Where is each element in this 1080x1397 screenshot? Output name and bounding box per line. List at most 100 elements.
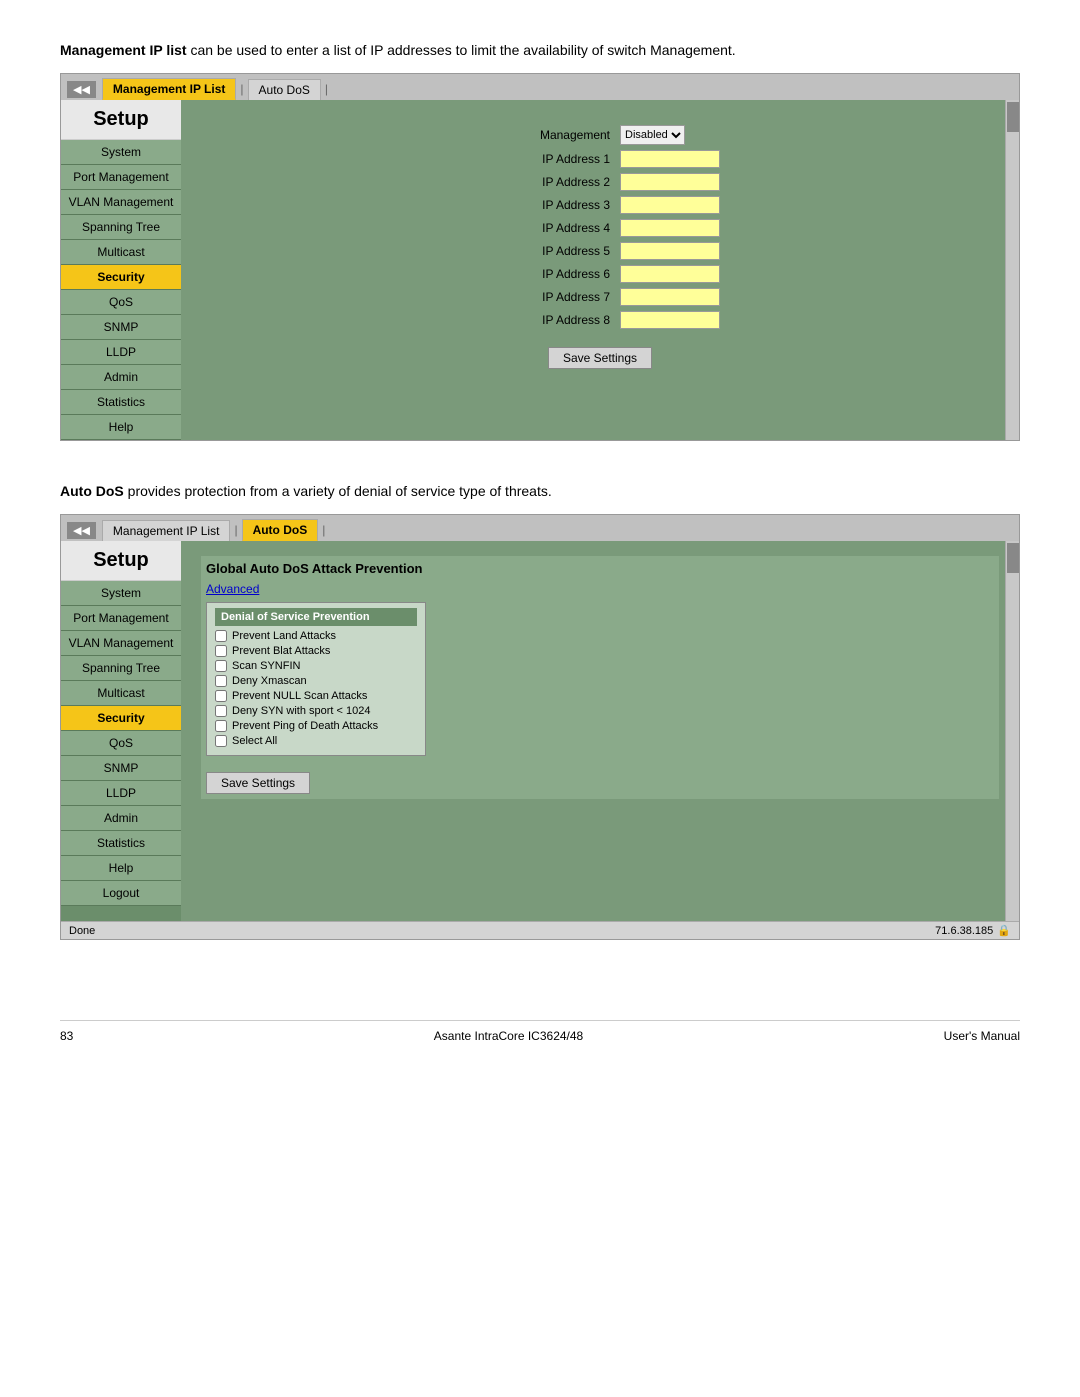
sidebar-item-port-mgmt-2[interactable]: Port Management <box>61 606 181 631</box>
label-prevent-null-scan: Prevent NULL Scan Attacks <box>232 690 367 702</box>
scrollbar-1[interactable] <box>1005 100 1019 440</box>
sidebar-item-qos-1[interactable]: QoS <box>61 290 181 315</box>
section-2: Auto DoS provides protection from a vari… <box>60 481 1020 940</box>
ip-row-7: IP Address 7 <box>480 288 720 306</box>
sidebar-item-logout-2[interactable]: Logout <box>61 881 181 906</box>
ip-input-6[interactable] <box>620 265 720 283</box>
ip-label-1: IP Address 1 <box>480 152 620 166</box>
scrollbar-2[interactable] <box>1005 541 1019 921</box>
sidebar-item-multicast-2[interactable]: Multicast <box>61 681 181 706</box>
section2-bold: Auto DoS <box>60 483 124 499</box>
ip-row-2: IP Address 2 <box>480 173 720 191</box>
browser-tabs-2: ◀◀ Management IP List | Auto DoS | <box>61 515 1019 541</box>
ip-input-1[interactable] <box>620 150 720 168</box>
checkbox-scan-synfin[interactable] <box>215 660 227 672</box>
sidebar-item-snmp-1[interactable]: SNMP <box>61 315 181 340</box>
sidebar-item-snmp-2[interactable]: SNMP <box>61 756 181 781</box>
footer-page-num: 83 <box>60 1029 73 1043</box>
checkbox-select-all[interactable] <box>215 735 227 747</box>
scrollbar-thumb-2[interactable] <box>1007 543 1019 573</box>
sidebar-item-port-mgmt-1[interactable]: Port Management <box>61 165 181 190</box>
dos-row-syn-sport: Deny SYN with sport < 1024 <box>215 705 417 717</box>
scrollbar-thumb-1[interactable] <box>1007 102 1019 132</box>
sidebar-item-lldp-1[interactable]: LLDP <box>61 340 181 365</box>
dos-row-land: Prevent Land Attacks <box>215 630 417 642</box>
ip-label-8: IP Address 8 <box>480 313 620 327</box>
ip-row-8: IP Address 8 <box>480 311 720 329</box>
checkbox-prevent-land[interactable] <box>215 630 227 642</box>
checkbox-prevent-ping-death[interactable] <box>215 720 227 732</box>
ip-input-5[interactable] <box>620 242 720 260</box>
label-scan-synfin: Scan SYNFIN <box>232 660 300 672</box>
sidebar-item-qos-2[interactable]: QoS <box>61 731 181 756</box>
tab-auto-dos-2[interactable]: Auto DoS <box>242 519 319 541</box>
tab-management-ip-list[interactable]: Management IP List <box>102 78 236 100</box>
section-1: Management IP list can be used to enter … <box>60 40 1020 441</box>
tab-sep-2: | <box>325 82 328 96</box>
label-prevent-land: Prevent Land Attacks <box>232 630 336 642</box>
label-prevent-ping-death: Prevent Ping of Death Attacks <box>232 720 378 732</box>
sidebar-item-system-2[interactable]: System <box>61 581 181 606</box>
sidebar-item-help-2[interactable]: Help <box>61 856 181 881</box>
ip-input-3[interactable] <box>620 196 720 214</box>
tab-management-ip-list-2[interactable]: Management IP List <box>102 520 231 541</box>
save-settings-button-1[interactable]: Save Settings <box>548 347 652 369</box>
ip-label-6: IP Address 6 <box>480 267 620 281</box>
management-select[interactable]: Disabled Enabled <box>620 125 685 145</box>
checkbox-deny-syn-sport[interactable] <box>215 705 227 717</box>
ip-row-4: IP Address 4 <box>480 219 720 237</box>
sidebar-item-statistics-2[interactable]: Statistics <box>61 831 181 856</box>
tab-back-button-1[interactable]: ◀◀ <box>67 81 96 98</box>
section1-description: Management IP list can be used to enter … <box>60 40 1020 61</box>
checkbox-deny-xmascan[interactable] <box>215 675 227 687</box>
status-left: Done <box>69 925 95 937</box>
sidebar-item-help-1[interactable]: Help <box>61 415 181 440</box>
browser-frame-1: ◀◀ Management IP List | Auto DoS | Setup… <box>60 73 1020 441</box>
ip-label-3: IP Address 3 <box>480 198 620 212</box>
ip-row-5: IP Address 5 <box>480 242 720 260</box>
checkbox-prevent-null-scan[interactable] <box>215 690 227 702</box>
dos-row-synfin: Scan SYNFIN <box>215 660 417 672</box>
sidebar-item-statistics-1[interactable]: Statistics <box>61 390 181 415</box>
label-deny-xmascan: Deny Xmascan <box>232 675 307 687</box>
ip-row-3: IP Address 3 <box>480 196 720 214</box>
dos-row-xmascan: Deny Xmascan <box>215 675 417 687</box>
sidebar-item-security-2[interactable]: Security <box>61 706 181 731</box>
checkbox-prevent-blat[interactable] <box>215 645 227 657</box>
section1-bold: Management IP list <box>60 42 187 58</box>
footer-product: Asante IntraCore IC3624/48 <box>434 1029 583 1043</box>
section2-description: Auto DoS provides protection from a vari… <box>60 481 1020 502</box>
label-prevent-blat: Prevent Blat Attacks <box>232 645 330 657</box>
sidebar-item-vlan-1[interactable]: VLAN Management <box>61 190 181 215</box>
ip-row-6: IP Address 6 <box>480 265 720 283</box>
page-footer: 83 Asante IntraCore IC3624/48 User's Man… <box>60 1020 1020 1043</box>
ip-label-4: IP Address 4 <box>480 221 620 235</box>
ip-input-7[interactable] <box>620 288 720 306</box>
ip-label-2: IP Address 2 <box>480 175 620 189</box>
ip-input-2[interactable] <box>620 173 720 191</box>
sidebar-item-multicast-1[interactable]: Multicast <box>61 240 181 265</box>
status-ip: 71.6.38.185 <box>935 925 993 937</box>
dos-section-title: Global Auto DoS Attack Prevention <box>206 561 994 576</box>
browser-content-2: Setup System Port Management VLAN Manage… <box>61 541 1019 921</box>
sidebar-item-admin-2[interactable]: Admin <box>61 806 181 831</box>
advanced-link[interactable]: Advanced <box>206 582 994 596</box>
sidebar-item-admin-1[interactable]: Admin <box>61 365 181 390</box>
sidebar-item-lldp-2[interactable]: LLDP <box>61 781 181 806</box>
tab-auto-dos-1[interactable]: Auto DoS <box>248 79 321 100</box>
ip-input-4[interactable] <box>620 219 720 237</box>
sidebar-item-spanning-1[interactable]: Spanning Tree <box>61 215 181 240</box>
tab-sep-3: | <box>234 523 237 537</box>
save-settings-button-2[interactable]: Save Settings <box>206 772 310 794</box>
footer-manual: User's Manual <box>944 1029 1020 1043</box>
tab-back-button-2[interactable]: ◀◀ <box>67 522 96 539</box>
ip-input-8[interactable] <box>620 311 720 329</box>
status-bar: Done 71.6.38.185 🔒 <box>61 921 1019 939</box>
sidebar-item-spanning-2[interactable]: Spanning Tree <box>61 656 181 681</box>
sidebar-item-vlan-2[interactable]: VLAN Management <box>61 631 181 656</box>
sidebar-item-security-1[interactable]: Security <box>61 265 181 290</box>
sidebar-item-system-1[interactable]: System <box>61 140 181 165</box>
ip-row-1: IP Address 1 <box>480 150 720 168</box>
browser-content-1: Setup System Port Management VLAN Manage… <box>61 100 1019 440</box>
ip-form: Management Disabled Enabled IP Address 1… <box>480 125 720 369</box>
